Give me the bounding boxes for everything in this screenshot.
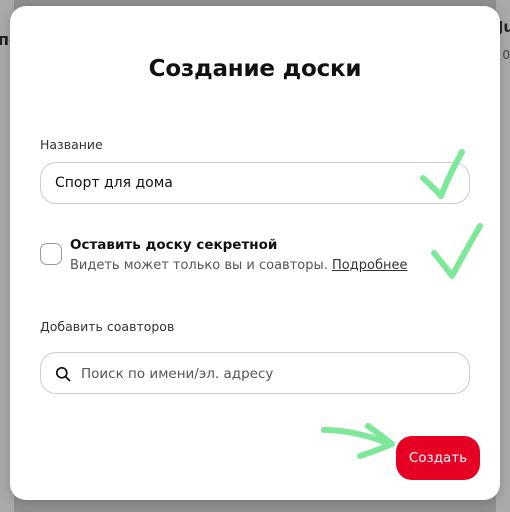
dialog-title: Создание доски xyxy=(148,56,362,82)
background-subtext-right: 0 xyxy=(502,48,510,62)
learn-more-link[interactable]: Подробнее xyxy=(332,258,407,273)
secret-board-description-text: Видеть может только вы и соавторы. xyxy=(70,258,328,273)
create-board-dialog: Создание доски Название Спорт для дома О… xyxy=(10,6,500,500)
collaborator-search-input[interactable]: Поиск по имени/эл. адресу xyxy=(40,352,470,394)
search-icon xyxy=(55,366,71,382)
board-name-label: Название xyxy=(40,137,103,152)
secret-board-description: Видеть может только вы и соавторы. Подро… xyxy=(70,258,407,273)
board-name-input[interactable]: Спорт для дома xyxy=(40,162,470,204)
secret-board-checkbox[interactable] xyxy=(40,243,62,265)
secret-board-title: Оставить доску секретной xyxy=(70,237,278,253)
board-name-value: Спорт для дома xyxy=(55,175,173,191)
search-placeholder: Поиск по имени/эл. адресу xyxy=(81,366,274,382)
add-collaborators-label: Добавить соавторов xyxy=(40,319,175,334)
create-button[interactable]: Создать xyxy=(396,436,480,480)
